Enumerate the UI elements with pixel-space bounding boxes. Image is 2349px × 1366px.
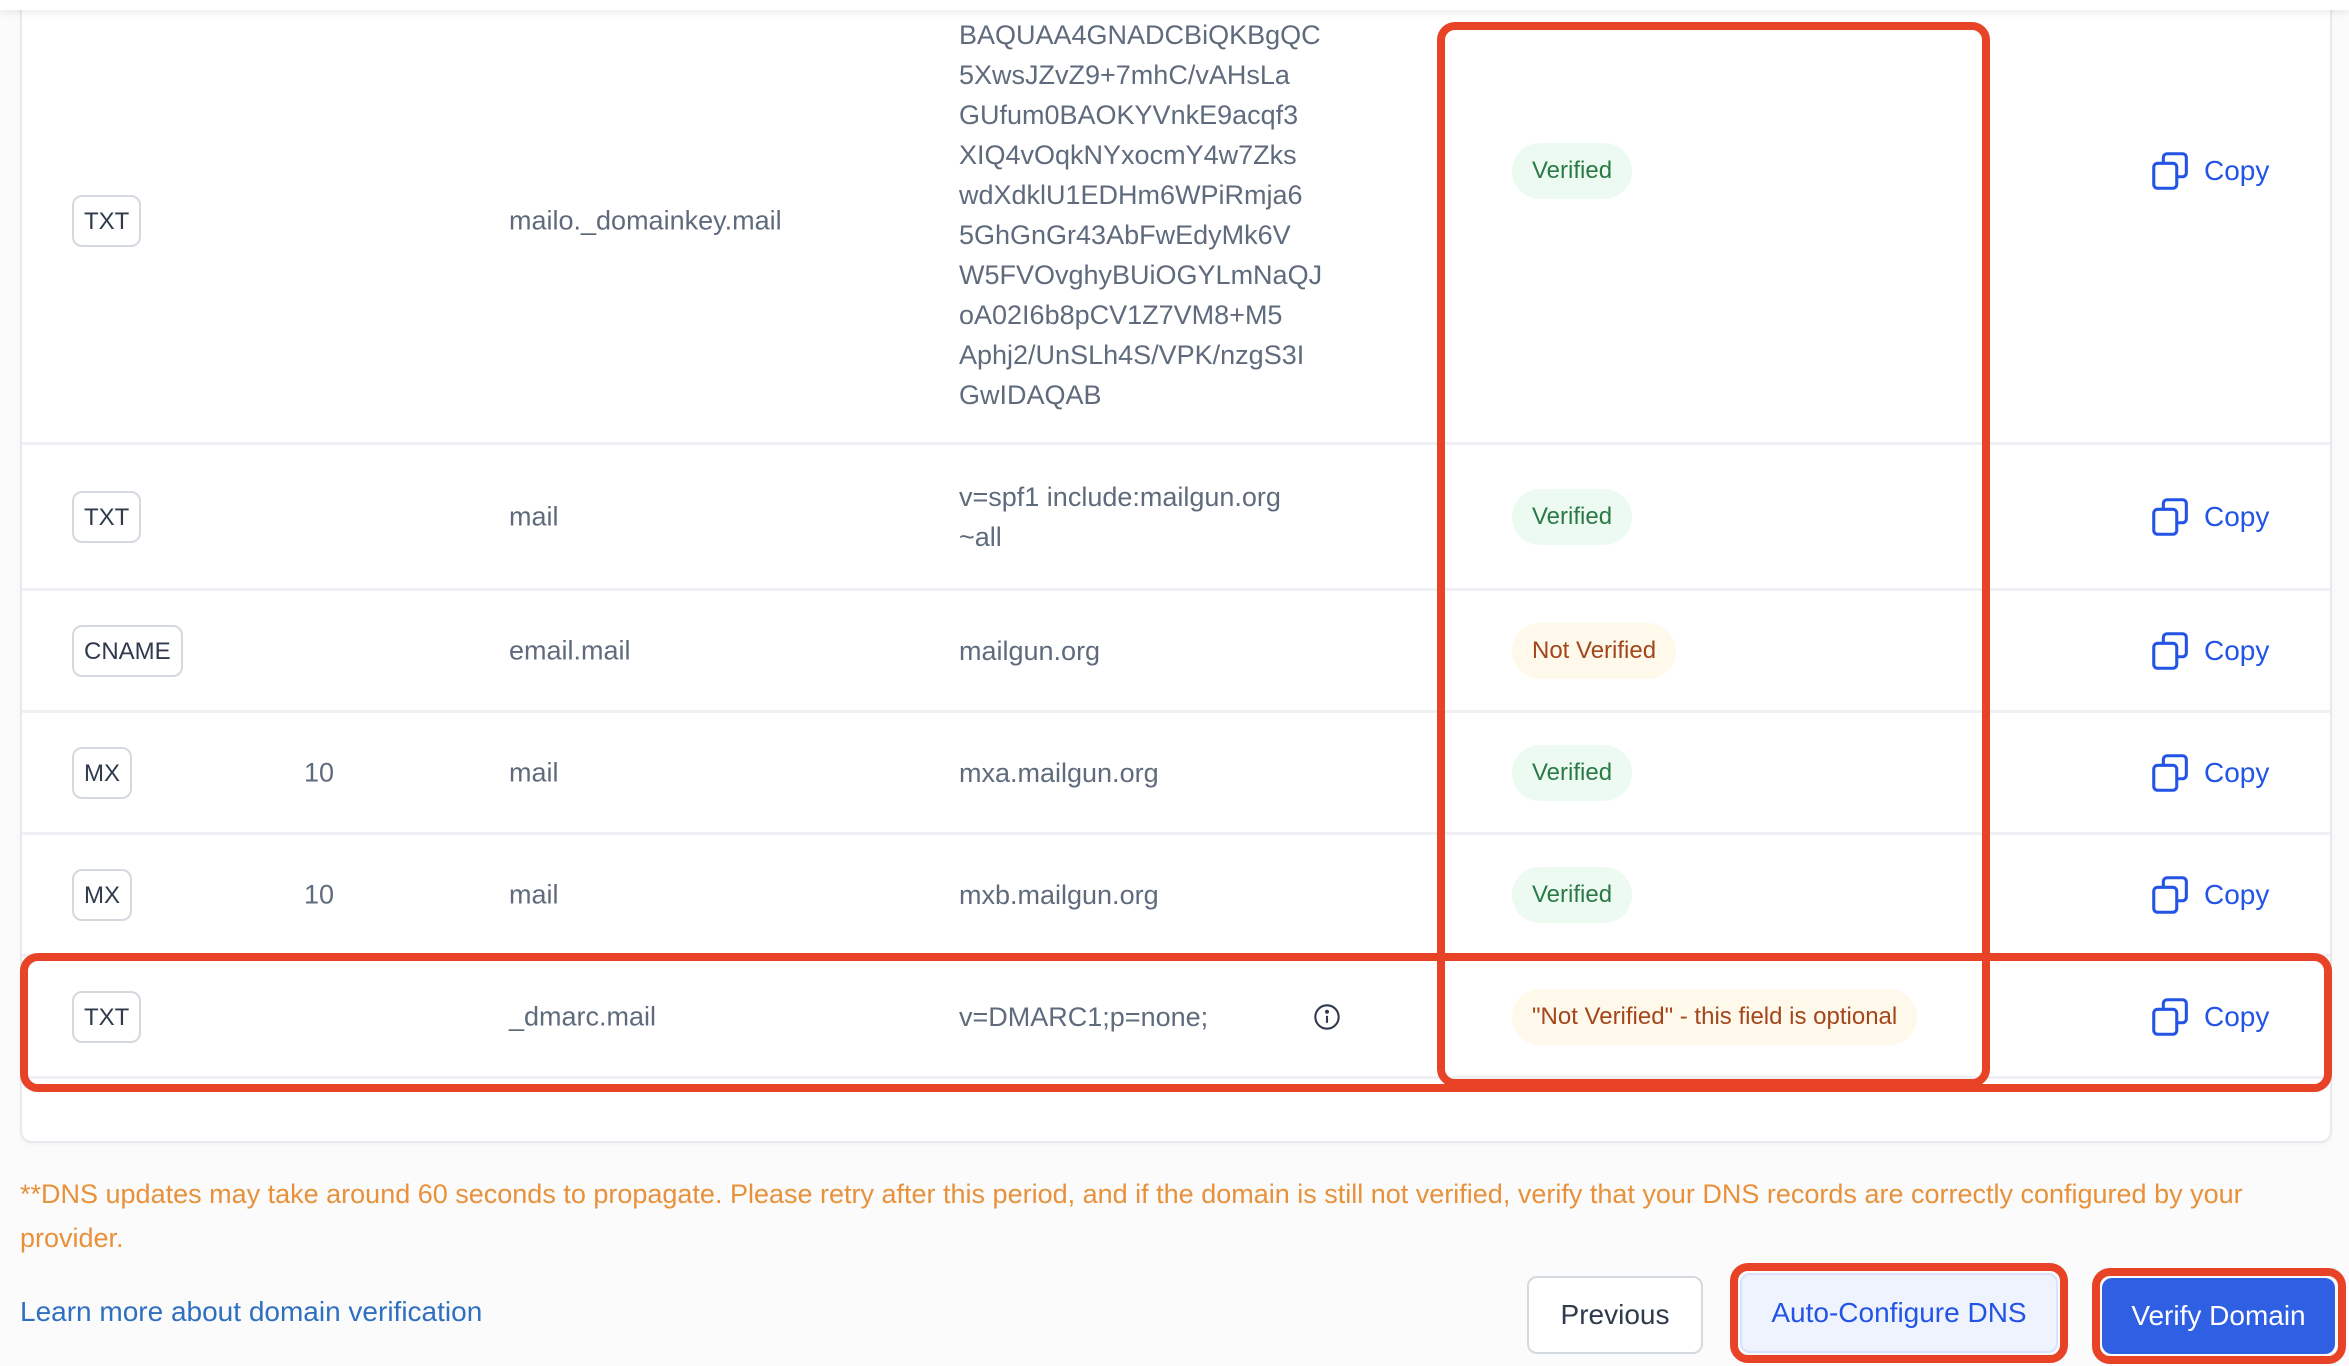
dns-propagation-note: **DNS updates may take around 60 seconds… bbox=[20, 1179, 2243, 1253]
status-badge: Verified bbox=[1512, 143, 1633, 199]
copy-button[interactable]: Copy bbox=[2148, 994, 2269, 1040]
table-row: CNAME email.mail mailgun.org Not Verifie… bbox=[22, 591, 2330, 713]
info-circle-icon[interactable] bbox=[1313, 1003, 1341, 1031]
record-host: mail bbox=[509, 879, 559, 909]
verify-domain-button[interactable]: Verify Domain bbox=[2102, 1278, 2335, 1354]
record-value-line: wdXdklU1EDHm6WPiRmja6 bbox=[959, 180, 1303, 210]
copy-icon bbox=[2152, 997, 2188, 1036]
top-header-bar bbox=[0, 0, 2349, 10]
copy-label: Copy bbox=[2204, 1000, 2270, 1032]
status-badge: "Not Verified" - this field is optional bbox=[1512, 988, 1918, 1045]
record-priority: 10 bbox=[304, 757, 335, 787]
record-type-badge: TXT bbox=[72, 195, 142, 247]
record-value-line: 5GhGnGr43AbFwEdyMk6V bbox=[959, 220, 1291, 250]
record-host: mail bbox=[509, 757, 559, 787]
record-value: v=spf1 include:mailgun.org ~all bbox=[959, 477, 1379, 557]
record-value-line: GUfum0BAOKYVnkE9acqf3 bbox=[959, 100, 1299, 130]
auto-configure-dns-button[interactable]: Auto-Configure DNS bbox=[1740, 1273, 2058, 1353]
learn-more-link[interactable]: Learn more about domain verification bbox=[20, 1296, 482, 1328]
copy-icon bbox=[2152, 753, 2188, 792]
copy-button[interactable]: Copy bbox=[2148, 872, 2269, 918]
record-host: _dmarc.mail bbox=[509, 1001, 657, 1031]
status-badge: Verified bbox=[1512, 866, 1633, 923]
copy-button[interactable]: Copy bbox=[2148, 750, 2269, 796]
record-value-line: oA02I6b8pCV1Z7VM8+M5 bbox=[959, 300, 1283, 330]
record-value-line: v=spf1 include:mailgun.org bbox=[959, 481, 1281, 512]
copy-button[interactable]: Copy bbox=[2148, 148, 2269, 194]
record-value-line: GwIDAQAB bbox=[959, 380, 1102, 410]
table-row: TXT _dmarc.mail v=DMARC1;p=none; "Not Ve… bbox=[22, 957, 2330, 1079]
record-value-line: 5XwsJZvZ9+7mhC/vAHsLa bbox=[959, 60, 1290, 90]
record-host: mailo._domainkey.mail bbox=[509, 205, 782, 236]
table-row: MX 10 mail mxa.mailgun.org Verified Copy bbox=[22, 713, 2330, 835]
dns-records-table: TXT mailo._domainkey.mail BAQUAA4GNADCBi… bbox=[20, 0, 2332, 1143]
record-value-line: BAQUAA4GNADCBiQKBgQC bbox=[959, 20, 1321, 50]
record-value-line: W5FVOvghyBUiOGYLmNaQJ bbox=[959, 260, 1323, 290]
copy-label: Copy bbox=[2204, 878, 2270, 910]
record-value-line: ~all bbox=[959, 521, 1002, 552]
copy-button[interactable]: Copy bbox=[2148, 494, 2269, 540]
record-host: mail bbox=[509, 501, 559, 531]
copy-icon bbox=[2152, 497, 2188, 536]
copy-label: Copy bbox=[2204, 756, 2270, 788]
previous-button[interactable]: Previous bbox=[1527, 1276, 1703, 1354]
table-row: TXT mail v=spf1 include:mailgun.org ~all… bbox=[22, 445, 2330, 591]
copy-icon bbox=[2152, 152, 2188, 190]
status-badge: Verified bbox=[1512, 488, 1633, 545]
copy-icon bbox=[2152, 631, 2188, 670]
copy-button[interactable]: Copy bbox=[2148, 628, 2269, 674]
record-value: mxa.mailgun.org bbox=[959, 757, 1159, 788]
record-value: mailgun.org bbox=[959, 635, 1101, 666]
table-row: TXT mailo._domainkey.mail BAQUAA4GNADCBi… bbox=[22, 0, 2330, 445]
record-type-badge: MX bbox=[72, 868, 132, 921]
copy-label: Copy bbox=[2204, 155, 2270, 186]
record-type-badge: TXT bbox=[72, 990, 142, 1043]
record-priority: 10 bbox=[304, 879, 335, 909]
status-badge: Verified bbox=[1512, 744, 1633, 801]
record-value: BAQUAA4GNADCBiQKBgQC 5XwsJZvZ9+7mhC/vAHs… bbox=[959, 15, 1379, 415]
copy-label: Copy bbox=[2204, 634, 2270, 666]
record-value: mxb.mailgun.org bbox=[959, 879, 1159, 910]
copy-icon bbox=[2152, 875, 2188, 914]
status-badge: Not Verified bbox=[1512, 622, 1677, 679]
record-type-badge: CNAME bbox=[72, 624, 183, 677]
record-host: email.mail bbox=[509, 635, 631, 665]
record-type-badge: MX bbox=[72, 746, 132, 799]
record-value-line: XIQ4vOqkNYxocmY4w7Zks bbox=[959, 140, 1297, 170]
table-row: MX 10 mail mxb.mailgun.org Verified Copy bbox=[22, 835, 2330, 957]
copy-label: Copy bbox=[2204, 500, 2270, 532]
record-value-line: Aphj2/UnSLh4S/VPK/nzgS3I bbox=[959, 340, 1305, 370]
record-type-badge: TXT bbox=[72, 490, 142, 543]
